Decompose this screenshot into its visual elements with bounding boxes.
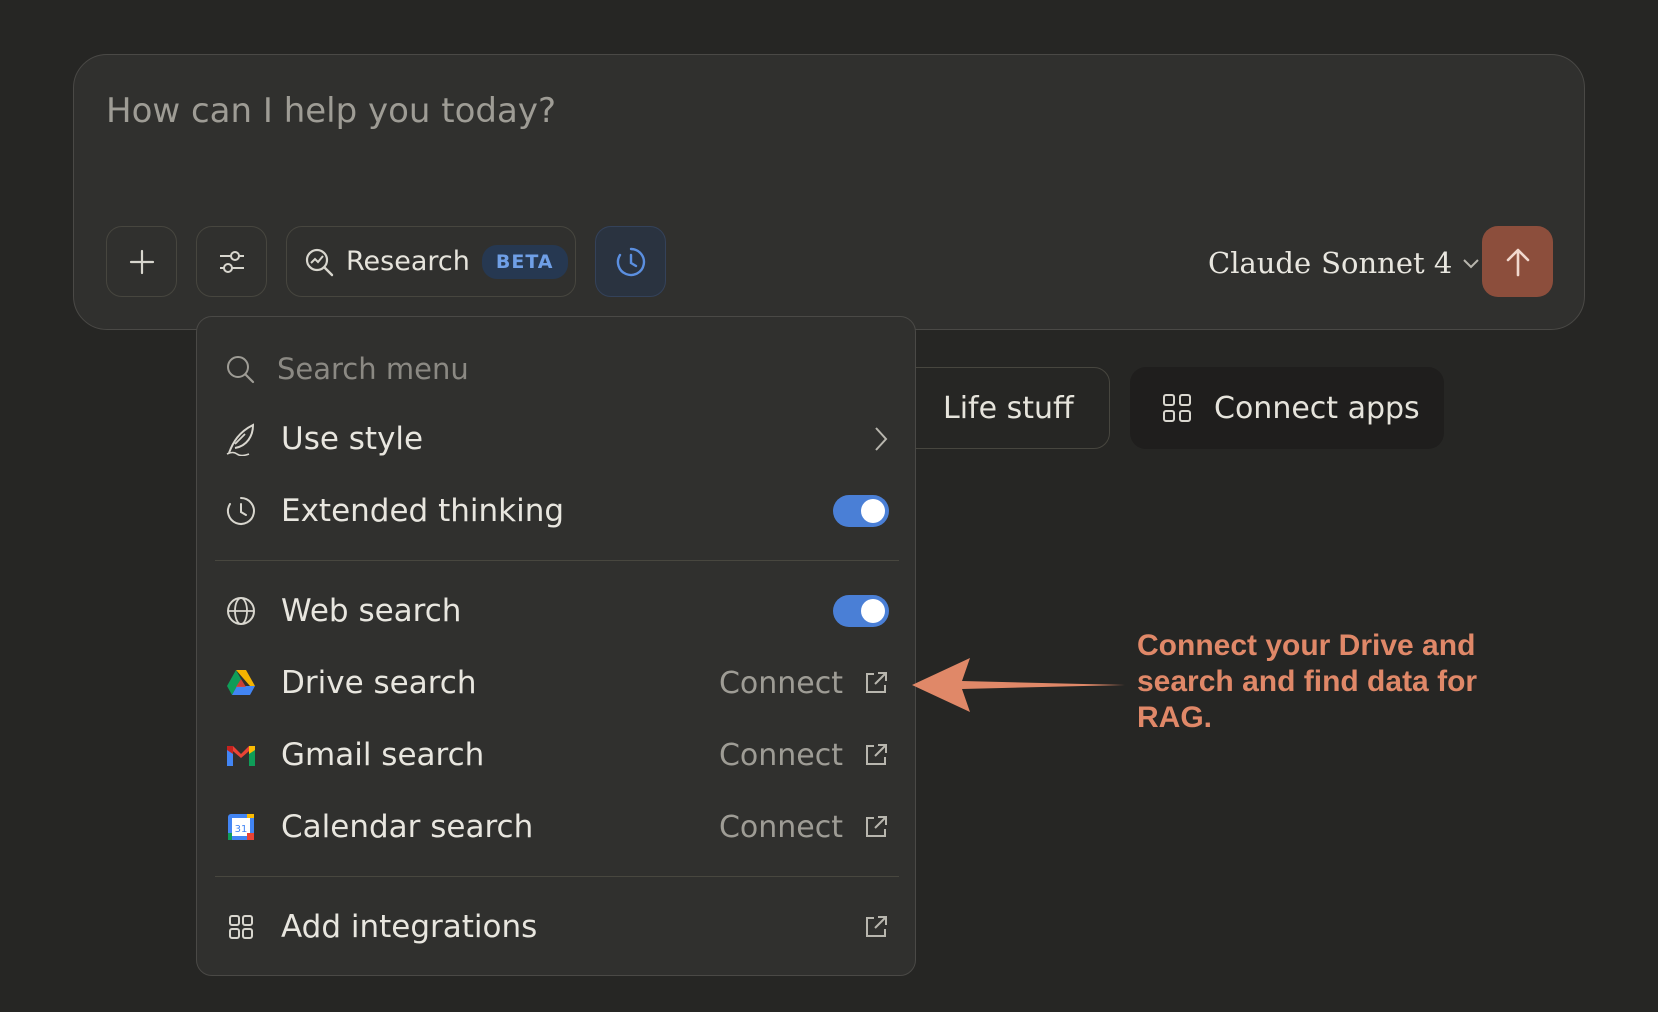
connect-label: Connect xyxy=(718,737,843,773)
menu-item-label: Use style xyxy=(281,421,424,457)
drive-connect[interactable]: Connect xyxy=(719,666,889,701)
toggle-knob xyxy=(861,499,885,523)
menu-item-label: Web search xyxy=(281,593,462,629)
toggle-switch[interactable] xyxy=(833,595,889,627)
menu-item-calendar-search[interactable]: 31 Calendar search Connect xyxy=(215,795,899,859)
sliders-icon xyxy=(219,250,244,273)
chat-composer: Research BETA Claude Sonnet 4 xyxy=(73,54,1585,330)
google-drive-icon xyxy=(223,669,259,697)
clock-icon xyxy=(616,247,645,276)
menu-search xyxy=(225,347,777,391)
research-button[interactable]: Research BETA xyxy=(286,226,576,297)
external-link-icon xyxy=(866,744,887,765)
google-calendar-icon: 31 xyxy=(223,813,259,841)
menu-item-add-integrations[interactable]: Add integrations xyxy=(215,895,899,959)
grid-icon xyxy=(1162,393,1192,423)
life-stuff-label: Life stuff xyxy=(943,390,1074,426)
search-icon xyxy=(227,356,255,384)
model-selector[interactable]: Claude Sonnet 4 xyxy=(1208,241,1480,285)
chevron-right-icon xyxy=(873,426,889,452)
plus-icon xyxy=(129,249,154,274)
tools-button[interactable] xyxy=(196,226,267,297)
menu-item-label: Gmail search xyxy=(281,737,485,773)
send-button[interactable] xyxy=(1482,226,1553,297)
feather-icon xyxy=(223,422,259,456)
tools-menu: Use style Extended thinking xyxy=(196,316,916,976)
chevron-down-icon xyxy=(1463,259,1480,269)
beta-badge: BETA xyxy=(481,244,568,279)
model-brand: Claude xyxy=(1208,246,1312,280)
prompt-input[interactable] xyxy=(106,91,1406,131)
connect-label: Connect xyxy=(718,809,843,845)
toggle-switch[interactable] xyxy=(833,495,889,527)
menu-item-label: Calendar search xyxy=(281,809,534,845)
web-search-toggle[interactable] xyxy=(833,595,889,627)
menu-item-label: Extended thinking xyxy=(281,493,565,529)
extended-thinking-button[interactable] xyxy=(595,226,666,297)
connect-label: Connect xyxy=(718,665,843,701)
menu-item-label: Drive search xyxy=(281,665,477,701)
menu-divider xyxy=(215,560,899,561)
research-icon xyxy=(305,248,334,276)
research-label: Research xyxy=(346,246,470,277)
menu-item-label: Add integrations xyxy=(281,909,538,945)
menu-item-use-style[interactable]: Use style xyxy=(215,407,899,471)
menu-search-input[interactable] xyxy=(277,352,777,386)
add-attachment-button[interactable] xyxy=(106,226,177,297)
external-link-icon xyxy=(866,816,887,837)
menu-item-drive-search[interactable]: Drive search Connect xyxy=(215,651,899,715)
grid-icon xyxy=(223,914,259,940)
model-name: Sonnet 4 xyxy=(1321,246,1453,280)
connect-apps-label: Connect apps xyxy=(1214,390,1420,426)
clock-icon xyxy=(223,495,259,527)
svg-text:31: 31 xyxy=(235,824,248,835)
menu-divider xyxy=(215,876,899,877)
annotation-arrow xyxy=(912,658,1125,712)
annotation-text: Connect your Drive and search and find d… xyxy=(1137,629,1478,734)
connect-apps-chip[interactable]: Connect apps xyxy=(1130,367,1444,449)
app-stage: Research BETA Claude Sonnet 4 Life stuff xyxy=(0,0,1658,1012)
gmail-connect[interactable]: Connect xyxy=(719,738,889,773)
gmail-icon xyxy=(223,743,259,767)
menu-item-web-search[interactable]: Web search xyxy=(215,579,899,643)
menu-item-gmail-search[interactable]: Gmail search Connect xyxy=(215,723,899,787)
menu-item-extended-thinking[interactable]: Extended thinking xyxy=(215,479,899,543)
globe-icon xyxy=(223,595,259,627)
external-link-icon xyxy=(863,914,889,940)
toggle-knob xyxy=(861,599,885,623)
calendar-connect[interactable]: Connect xyxy=(719,810,889,845)
external-link-icon xyxy=(866,672,887,693)
extended-thinking-toggle[interactable] xyxy=(833,495,889,527)
arrow-up-icon xyxy=(1506,248,1529,276)
